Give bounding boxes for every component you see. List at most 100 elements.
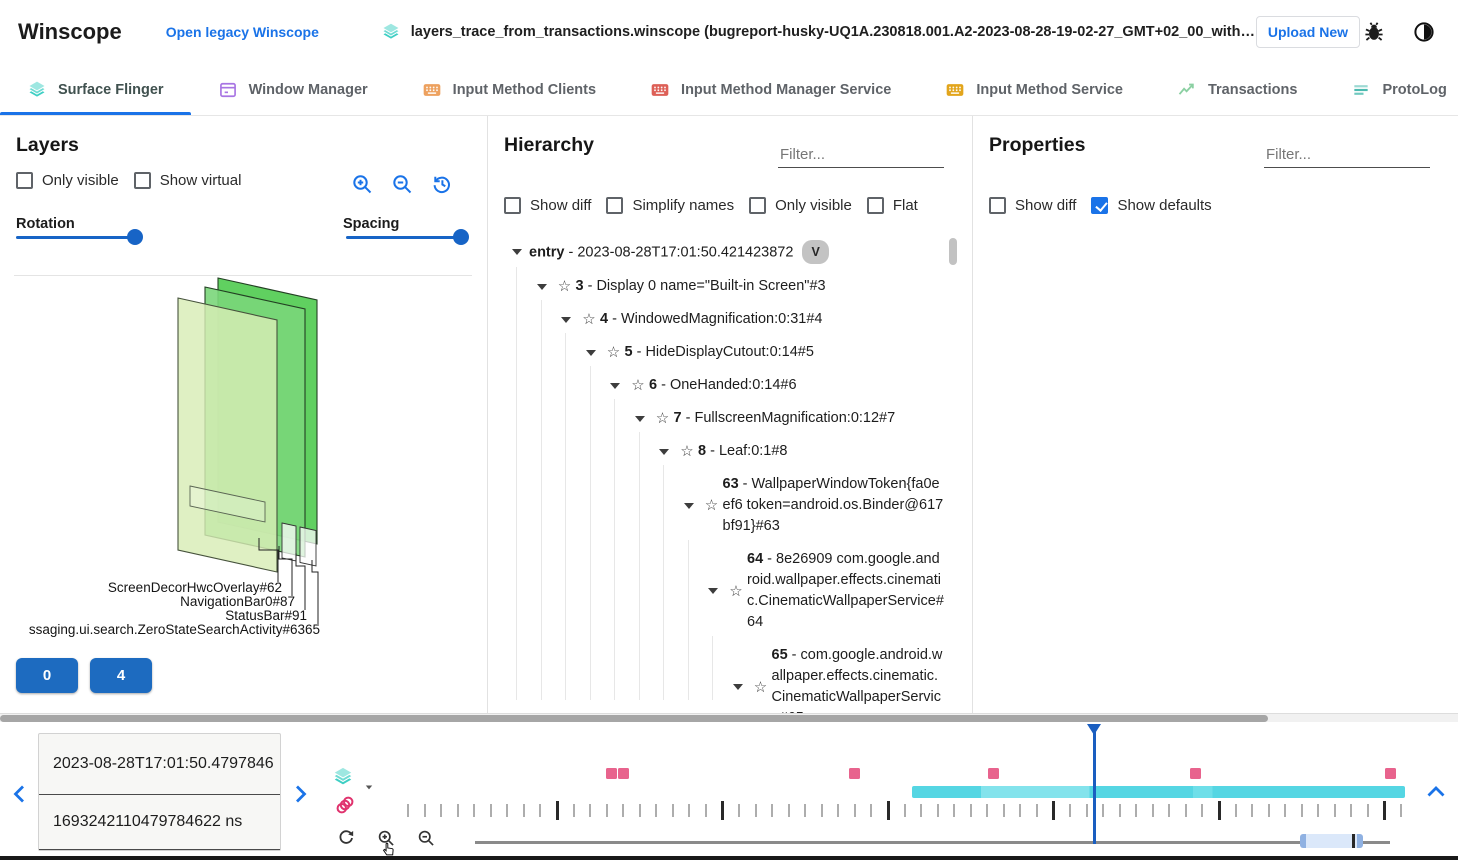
surface-flinger-trace-icon[interactable] [332,766,354,788]
tab-input-method-manager-service[interactable]: Input Method Manager Service [623,64,918,116]
star-icon[interactable]: ☆ [750,680,772,695]
tab-protolog[interactable]: ProtoLog [1324,64,1458,116]
hierarchy-panel: Hierarchy Show diffSimplify namesOnly vi… [487,116,973,714]
timeline-overview-line[interactable] [475,841,1390,844]
expand-arrow-icon[interactable] [554,317,578,323]
timeline-cursor-line[interactable] [1093,725,1096,844]
star-icon[interactable]: ☆ [603,345,625,360]
properties-filter-input[interactable] [1264,142,1430,168]
layers-3d-view[interactable]: ScreenDecorHwcOverlay#62 NavigationBar0#… [0,276,487,642]
display-button-4[interactable]: 4 [90,658,152,693]
tab-input-method-clients[interactable]: Input Method Clients [395,64,623,116]
upload-new-button[interactable]: Upload New [1256,16,1360,48]
tab-surface-flinger[interactable]: Surface Flinger [0,64,191,116]
layer-sheet[interactable] [178,298,277,572]
next-entry-icon[interactable] [288,782,312,806]
checkbox-show-diff[interactable]: Show diff [504,197,591,214]
checkbox-flat[interactable]: Flat [867,197,918,214]
dark-mode-toggle-icon[interactable] [1412,20,1436,44]
indent-guide [565,333,566,700]
timeline-zoom-out-icon[interactable] [416,828,436,848]
layers-icon [27,80,47,100]
tree-node[interactable]: ☆8 - Leaf:0:1#8 [488,435,944,468]
timeline-cursor-flag[interactable] [1087,724,1101,735]
timeline-zoom-range[interactable] [1300,834,1363,848]
transition-event-marker[interactable] [1385,768,1396,779]
transition-event-marker[interactable] [849,768,860,779]
expand-arrow-icon[interactable] [505,249,529,255]
rotation-slider-thumb[interactable] [127,229,143,245]
trace-dropdown-caret-icon[interactable] [362,780,376,794]
spacing-slider-thumb[interactable] [453,229,469,245]
tree-node[interactable]: ☆5 - HideDisplayCutout:0:14#5 [488,336,944,369]
layer-strip[interactable] [282,523,296,561]
transition-event-marker[interactable] [988,768,999,779]
ruler-tick [589,804,591,817]
tree-node[interactable]: ☆3 - Display 0 name="Built-in Screen"#3 [488,270,944,303]
expand-arrow-icon[interactable] [652,449,676,455]
tree-node[interactable]: ☆7 - FullscreenMagnification:0:12#7 [488,402,944,435]
reset-zoom-icon[interactable] [336,828,356,848]
expand-arrow-icon[interactable] [726,684,750,690]
transition-event-marker[interactable] [1190,768,1201,779]
timestamp-ns-input[interactable]: 1693242110479784622 ns [39,795,280,850]
indent-guide [663,465,664,700]
horizontal-scrollbar-thumb[interactable] [0,715,1268,722]
ruler-tick [1284,804,1286,817]
tree-node[interactable]: entry - 2023-08-28T17:01:50.421423872V [488,234,944,270]
star-icon[interactable]: ☆ [554,279,576,294]
star-icon[interactable]: ☆ [627,378,649,393]
ruler-tick [1317,804,1319,817]
ruler-tick [920,804,922,817]
expand-arrow-icon[interactable] [628,416,652,422]
star-icon[interactable]: ☆ [725,584,747,599]
expand-arrow-icon[interactable] [701,588,725,594]
star-icon[interactable]: ☆ [676,444,698,459]
tree-node[interactable]: ☆6 - OneHanded:0:14#6 [488,369,944,402]
tab-window-manager[interactable]: Window Manager [191,64,395,116]
checkbox-show-defaults[interactable]: Show defaults [1091,197,1211,214]
expand-arrow-icon[interactable] [677,503,701,509]
report-bug-icon[interactable] [1362,20,1386,44]
transition-trace-icon[interactable] [334,794,356,816]
transition-event-marker[interactable] [606,768,617,779]
tree-node[interactable]: ☆4 - WindowedMagnification:0:31#4 [488,303,944,336]
tab-transactions[interactable]: Transactions [1150,64,1324,116]
checkbox-label: Flat [893,197,918,214]
previous-entry-icon[interactable] [8,782,32,806]
checkbox-only-visible[interactable]: Only visible [749,197,852,214]
expand-arrow-icon[interactable] [579,350,603,356]
keyboard-icon [945,80,965,100]
collapse-timeline-icon[interactable] [1424,780,1448,804]
checkbox-show-virtual[interactable]: Show virtual [134,172,242,189]
checkbox-simplify-names[interactable]: Simplify names [606,197,734,214]
ruler-tick [705,804,707,817]
reset-view-icon[interactable] [430,172,454,196]
horizontal-scrollbar[interactable] [0,714,1458,722]
checkbox-only-visible[interactable]: Only visible [16,172,119,189]
hierarchy-filter-input[interactable] [778,142,944,168]
tree-scrollbar[interactable] [949,238,957,265]
star-icon[interactable]: ☆ [701,498,723,513]
expand-arrow-icon[interactable] [530,284,554,290]
ruler-tick [986,804,988,817]
tab-input-method-service[interactable]: Input Method Service [918,64,1150,116]
zoom-in-icon[interactable] [350,172,374,196]
transition-event-marker[interactable] [618,768,629,779]
surface-flinger-trace-bar[interactable] [912,786,1405,798]
tree-node[interactable]: ☆63 - WallpaperWindowToken{fa0eef6 token… [488,468,944,543]
tree-node[interactable]: ☆64 - 8e26909 com.google.android.wallpap… [488,543,944,639]
open-legacy-winscope-link[interactable]: Open legacy Winscope [166,24,319,40]
layer-strip[interactable] [300,527,316,566]
checkbox-show-diff[interactable]: Show diff [989,197,1076,214]
spacing-slider[interactable] [346,236,462,239]
expand-arrow-icon[interactable] [603,383,627,389]
rotation-slider[interactable] [16,236,138,239]
display-button-0[interactable]: 0 [16,658,78,693]
zoom-out-icon[interactable] [390,172,414,196]
star-icon[interactable]: ☆ [578,312,600,327]
trace-file-info: layers_trace_from_transactions.winscope … [381,20,1256,44]
tree-node[interactable]: ☆65 - com.google.android.wallpaper.effec… [488,639,944,714]
star-icon[interactable]: ☆ [652,411,674,426]
timestamp-human-input[interactable]: 2023-08-28T17:01:50.4797846 [39,734,280,795]
